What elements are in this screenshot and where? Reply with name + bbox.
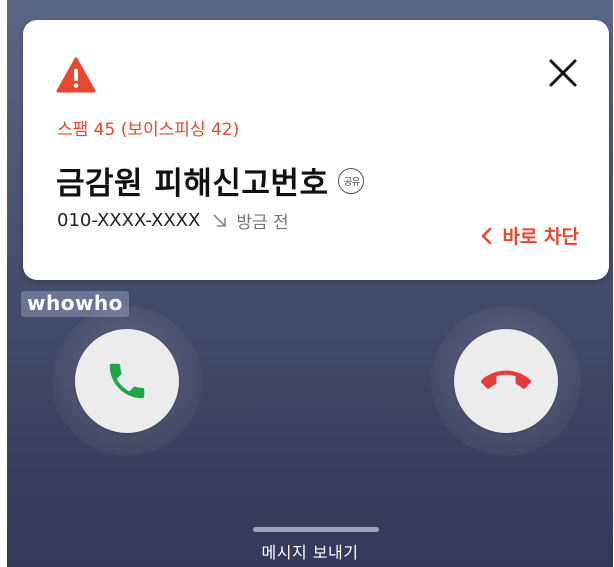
caller-name: 금감원 피해신고번호 bbox=[56, 166, 329, 202]
swipe-handle[interactable] bbox=[253, 527, 379, 532]
incoming-call-screen: 스팸 45 (보이스피싱 42) 금감원 피해신고번호 공유 010-XXXX-… bbox=[7, 0, 613, 567]
call-time: 방금 전 bbox=[236, 213, 289, 233]
spam-alert-card: 스팸 45 (보이스피싱 42) 금감원 피해신고번호 공유 010-XXXX-… bbox=[23, 20, 609, 280]
block-now-button[interactable]: 바로 차단 bbox=[480, 222, 579, 249]
phone-decline-icon bbox=[481, 370, 531, 389]
incoming-arrow-icon bbox=[213, 213, 227, 227]
close-button[interactable] bbox=[543, 53, 583, 93]
phone-accept-icon bbox=[109, 363, 145, 399]
block-now-label: 바로 차단 bbox=[502, 226, 579, 248]
accept-call-button[interactable] bbox=[75, 329, 179, 433]
chevron-left-icon bbox=[482, 227, 492, 244]
close-icon bbox=[549, 59, 577, 87]
warning-triangle-icon bbox=[56, 57, 96, 93]
shared-badge: 공유 bbox=[338, 167, 365, 194]
send-message-button[interactable]: 메시지 보내기 bbox=[7, 539, 613, 563]
caller-row: 금감원 피해신고번호 공유 bbox=[56, 158, 365, 203]
decline-call-button[interactable] bbox=[454, 329, 558, 433]
phone-number: 010-XXXX-XXXX bbox=[57, 210, 201, 231]
number-row: 010-XXXX-XXXX 방금 전 bbox=[57, 208, 289, 233]
spam-report-count: 스팸 45 (보이스피싱 42) bbox=[57, 120, 240, 140]
